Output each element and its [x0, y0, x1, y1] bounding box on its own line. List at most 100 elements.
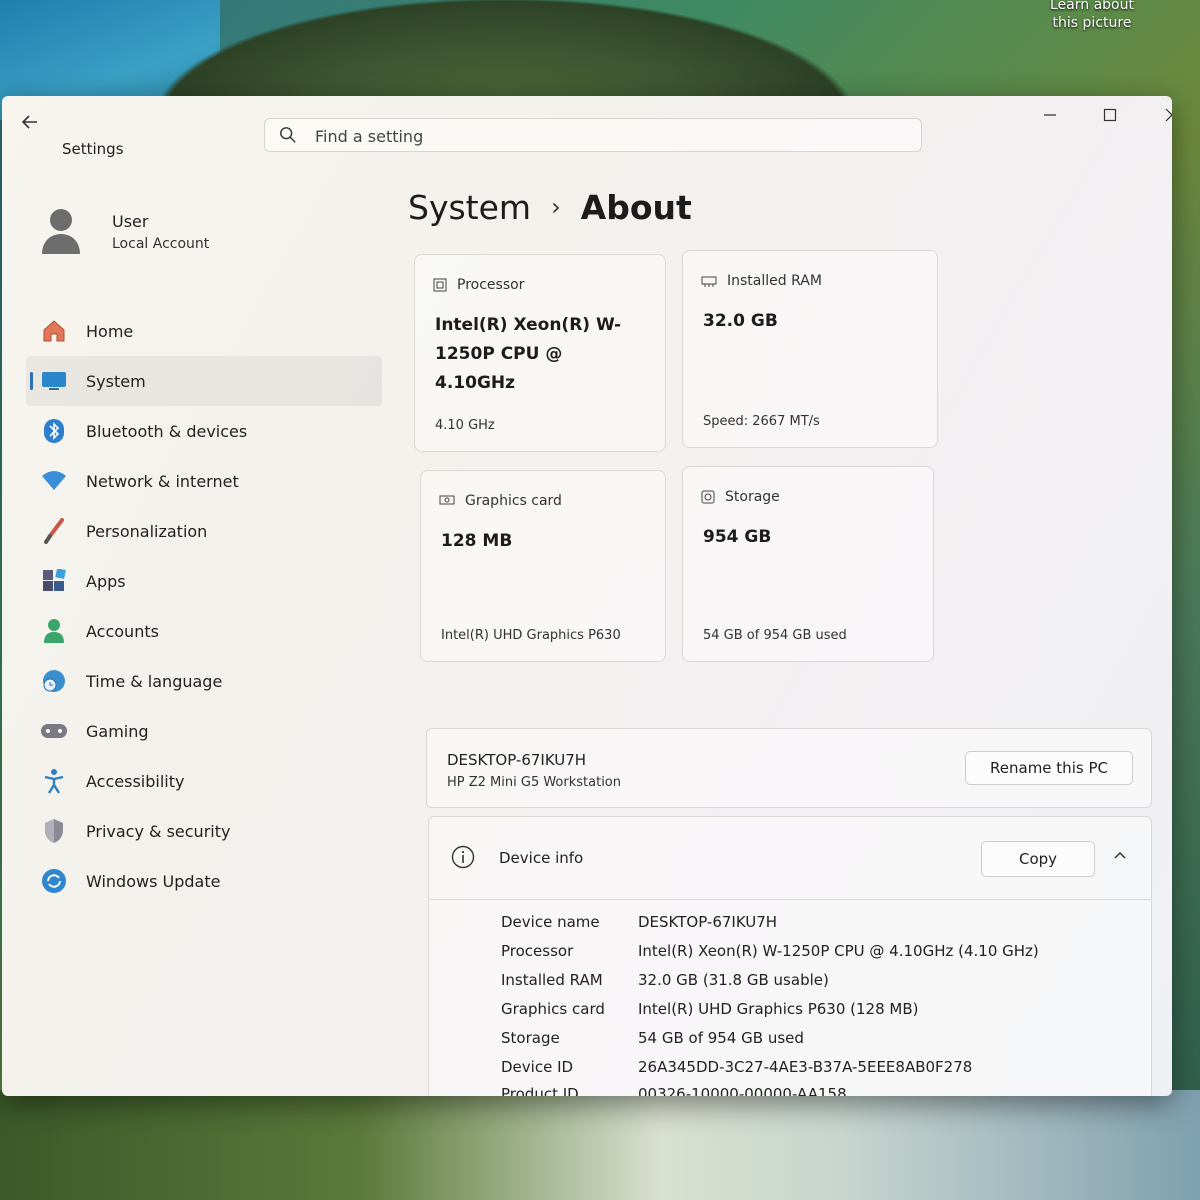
maximize-icon — [1103, 108, 1117, 122]
collapse-button[interactable] — [1109, 847, 1131, 869]
user-name: User — [112, 212, 149, 231]
spec-value: 00326-10000-00000-AA158 — [638, 1085, 847, 1096]
spec-key: Graphics card — [501, 1000, 605, 1018]
page-title: About — [580, 188, 692, 227]
accessibility-icon — [40, 767, 68, 795]
processor-card: Processor Intel(R) Xeon(R) W-1250P CPU @… — [414, 254, 666, 452]
copy-button[interactable]: Copy — [981, 841, 1095, 877]
spec-row-graphics-card: Graphics card Intel(R) UHD Graphics P630 … — [501, 1000, 918, 1018]
wifi-icon — [40, 467, 68, 495]
back-button[interactable] — [16, 108, 44, 136]
avatar-icon — [42, 209, 80, 254]
pc-model: HP Z2 Mini G5 Workstation — [447, 775, 622, 790]
sidebar-item-label: System — [86, 371, 146, 391]
spec-value: 32.0 GB (31.8 GB usable) — [638, 971, 829, 989]
spec-value: Intel(R) UHD Graphics P630 (128 MB) — [638, 1000, 919, 1018]
sidebar-item-label: Time & language — [86, 671, 223, 691]
spec-value: DESKTOP-67IKU7H — [638, 913, 778, 931]
learn-about-picture-link[interactable]: Learn about this picture — [1042, 0, 1142, 32]
spec-key: Processor — [501, 942, 574, 960]
spec-row-storage: Storage 54 GB of 954 GB used — [501, 1029, 804, 1047]
sidebar-item-system[interactable]: System — [26, 356, 382, 406]
graphics-card-card: Graphics card 128 MB Intel(R) UHD Graphi… — [420, 470, 666, 662]
home-icon — [40, 317, 68, 345]
refresh-icon — [40, 867, 68, 895]
breadcrumb-parent[interactable]: System — [408, 188, 531, 227]
wallpaper-bottom — [0, 1090, 1200, 1200]
spec-key: Installed RAM — [501, 971, 603, 989]
minimize-button[interactable] — [1030, 102, 1070, 132]
processor-icon — [433, 278, 447, 292]
title-bar — [2, 96, 1172, 152]
sidebar-item-label: Accessibility — [86, 771, 185, 791]
processor-speed: 4.10 GHz — [435, 418, 495, 433]
breadcrumb: System › About — [408, 188, 692, 227]
sidebar-item-windows-update[interactable]: Windows Update — [26, 856, 382, 906]
back-arrow-icon — [21, 115, 37, 129]
pc-name: DESKTOP-67IKU7H — [447, 751, 587, 769]
sidebar-item-label: Bluetooth & devices — [86, 421, 248, 441]
globe-clock-icon — [40, 667, 68, 695]
sidebar-item-gaming[interactable]: Gaming — [26, 706, 382, 756]
rename-pc-button[interactable]: Rename this PC — [965, 751, 1133, 785]
settings-window: Settings User Local Account Home System … — [2, 96, 1172, 1096]
sidebar-item-network[interactable]: Network & internet — [26, 456, 382, 506]
ram-label: Installed RAM — [727, 273, 822, 289]
active-indicator — [30, 372, 33, 390]
spec-row-product-id: Product ID 00326-10000-00000-AA158 — [501, 1085, 847, 1096]
sidebar-item-apps[interactable]: Apps — [26, 556, 382, 606]
gamepad-icon — [40, 717, 68, 745]
chevron-up-icon — [1114, 851, 1126, 859]
display-icon — [40, 367, 68, 395]
graphics-card-label: Graphics card — [465, 493, 562, 509]
storage-label: Storage — [725, 489, 780, 505]
spec-row-device-name: Device name DESKTOP-67IKU7H — [501, 913, 777, 931]
device-info-title: Device info — [499, 849, 584, 867]
storage-value: 954 GB — [703, 527, 772, 547]
sidebar-item-label: Apps — [86, 571, 126, 591]
sidebar-item-label: Gaming — [86, 721, 149, 741]
processor-value: Intel(R) Xeon(R) W-1250P CPU @ 4.10GHz — [435, 315, 622, 393]
sidebar-item-label: Network & internet — [86, 471, 239, 491]
spec-row-device-id: Device ID 26A345DD-3C27-4AE3-B37A-5EEE8AB… — [501, 1058, 972, 1076]
sidebar-item-accounts[interactable]: Accounts — [26, 606, 382, 656]
spec-key: Product ID — [501, 1085, 579, 1096]
sidebar-item-label: Privacy & security — [86, 821, 231, 841]
shield-icon — [40, 817, 68, 845]
spec-value: 26A345DD-3C27-4AE3-B37A-5EEE8AB0F278 — [638, 1058, 973, 1076]
ram-speed: Speed: 2667 MT/s — [703, 414, 820, 429]
search-input[interactable] — [313, 124, 877, 148]
pc-name-card: DESKTOP-67IKU7H HP Z2 Mini G5 Workstatio… — [426, 728, 1152, 808]
bluetooth-icon — [40, 417, 68, 445]
sidebar-item-home[interactable]: Home — [26, 306, 382, 356]
processor-label: Processor — [457, 277, 525, 293]
spec-key: Storage — [501, 1029, 560, 1047]
app-title: Settings — [62, 140, 124, 158]
sidebar-item-time-language[interactable]: Time & language — [26, 656, 382, 706]
spec-row-processor: Processor Intel(R) Xeon(R) W-1250P CPU @ … — [501, 942, 1039, 960]
sidebar-item-label: Accounts — [86, 621, 159, 641]
ram-card: Installed RAM 32.0 GB Speed: 2667 MT/s — [682, 250, 938, 448]
graphics-card-value: 128 MB — [441, 531, 513, 551]
device-info-section: Device info Copy Device name DESKTOP-67IK… — [428, 816, 1152, 1096]
storage-card: Storage 954 GB 54 GB of 954 GB used — [682, 466, 934, 662]
ram-value: 32.0 GB — [703, 311, 778, 331]
sidebar-item-personalization[interactable]: Personalization — [26, 506, 382, 556]
sidebar-item-label: Windows Update — [86, 871, 221, 891]
close-button[interactable] — [1152, 102, 1172, 132]
minimize-icon — [1044, 114, 1056, 116]
search-box[interactable] — [264, 118, 922, 152]
sidebar-item-privacy[interactable]: Privacy & security — [26, 806, 382, 856]
maximize-button[interactable] — [1090, 102, 1130, 132]
spec-key: Device name — [501, 913, 600, 931]
sidebar-item-accessibility[interactable]: Accessibility — [26, 756, 382, 806]
search-icon — [280, 127, 296, 143]
storage-used: 54 GB of 954 GB used — [703, 628, 847, 643]
brush-icon — [40, 517, 68, 545]
divider — [429, 899, 1151, 900]
sidebar-item-bluetooth[interactable]: Bluetooth & devices — [26, 406, 382, 456]
graphics-card-icon — [439, 495, 455, 505]
sidebar-item-label: Home — [86, 321, 134, 341]
spec-value: 54 GB of 954 GB used — [638, 1029, 804, 1047]
close-icon — [1165, 108, 1172, 122]
